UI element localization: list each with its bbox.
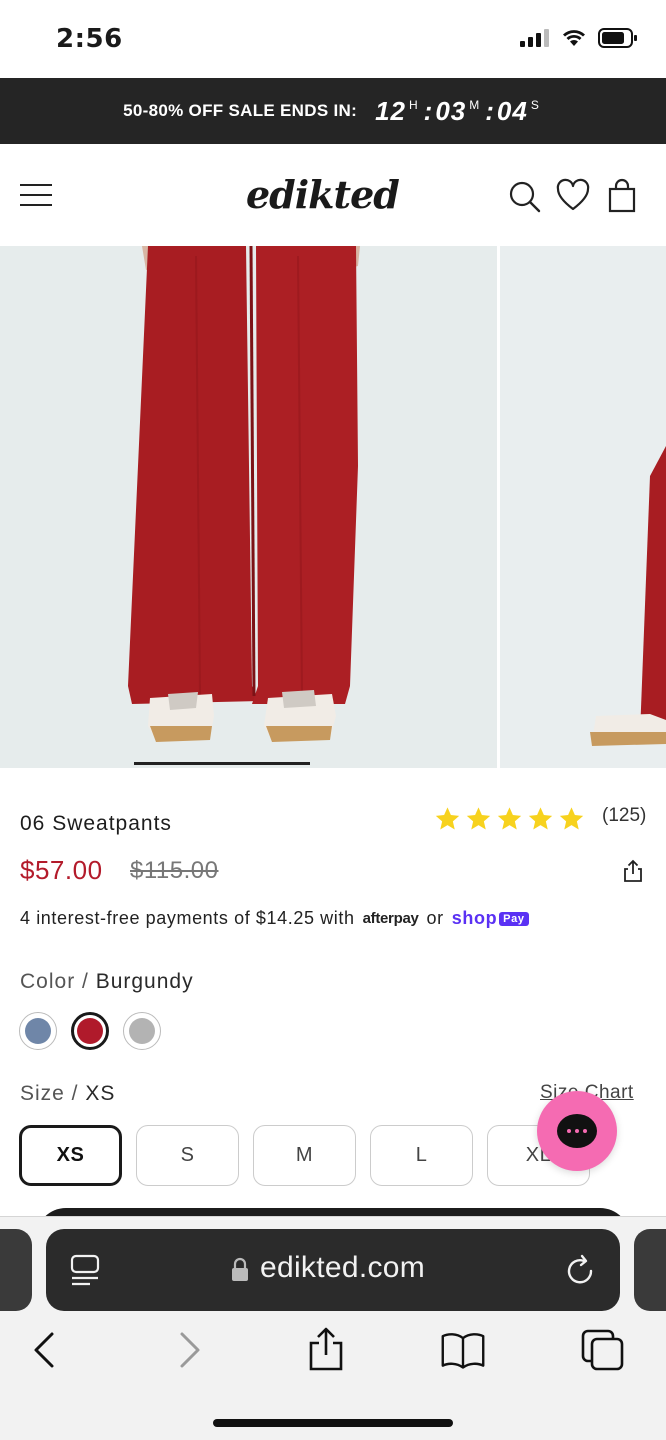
lock-icon [232, 1257, 248, 1281]
previous-tab-peek[interactable] [0, 1229, 32, 1311]
timer-colon: : [423, 95, 434, 126]
size-options: XS S M L XL [19, 1125, 590, 1186]
product-image-gallery[interactable] [0, 246, 666, 768]
color-label-prefix: Color / [20, 970, 89, 993]
size-label-prefix: Size / [20, 1082, 79, 1105]
size-value: XS [85, 1082, 116, 1105]
product-title: 06 Sweatpants [20, 812, 172, 835]
promo-banner: 50-80% OFF SALE ENDS IN: 12 H : 03 M : 0… [0, 78, 666, 144]
back-icon[interactable] [22, 1327, 68, 1373]
site-header: edikted [0, 144, 666, 246]
timer-seconds: 04 [496, 95, 528, 126]
shoppay-logo[interactable]: shop Pay [452, 908, 529, 929]
size-option-l[interactable]: L [370, 1125, 473, 1186]
installment-payments: 4 interest-free payments of $14.25 with … [20, 908, 529, 929]
shoppay-label: shop [451, 908, 498, 928]
heart-icon[interactable] [555, 178, 591, 214]
status-bar: 2:56 [0, 0, 666, 78]
size-option-s[interactable]: S [136, 1125, 239, 1186]
star-rating[interactable] [433, 805, 586, 833]
reload-icon[interactable] [564, 1253, 598, 1289]
status-time: 2:56 [56, 24, 123, 54]
gallery-scroll-indicator [134, 762, 310, 765]
browser-toolbar: edikted.com [0, 1216, 666, 1440]
timer-seconds-unit: S [530, 98, 540, 112]
next-product-image[interactable] [500, 246, 666, 768]
share-icon[interactable] [620, 858, 646, 884]
original-price: $115.00 [130, 857, 219, 884]
next-tab-peek[interactable] [634, 1229, 666, 1311]
bookmarks-icon[interactable] [440, 1327, 486, 1373]
color-label: Color / Burgundy [20, 970, 194, 994]
timer-minutes: 03 [435, 95, 467, 126]
chat-bubble-icon [557, 1114, 597, 1148]
color-swatch-blue[interactable] [19, 1012, 57, 1050]
battery-icon [598, 28, 637, 48]
star-icon [528, 807, 553, 830]
star-icon [497, 807, 522, 830]
search-icon[interactable] [506, 178, 542, 214]
promo-text: 50-80% OFF SALE ENDS IN: [123, 101, 358, 120]
shopping-bag-icon[interactable] [604, 178, 640, 214]
share-sheet-icon[interactable] [303, 1327, 349, 1373]
size-label: Size / XS [20, 1082, 115, 1106]
tabs-icon[interactable] [580, 1327, 626, 1373]
star-icon [559, 807, 584, 830]
wifi-icon [563, 30, 585, 46]
status-icons [520, 28, 638, 48]
timer-minutes-unit: M [469, 98, 481, 112]
star-icon [435, 807, 460, 830]
signal-icon [520, 29, 549, 47]
product-image [500, 246, 666, 768]
color-swatch-burgundy[interactable] [71, 1012, 109, 1050]
review-count[interactable]: (125) [602, 805, 646, 827]
timer-hours-unit: H [408, 98, 419, 112]
star-icon [466, 807, 491, 830]
color-swatches [19, 1012, 161, 1050]
chat-button[interactable] [537, 1091, 617, 1171]
url-text: edikted.com [260, 1251, 426, 1284]
afterpay-logo[interactable]: afterpay [363, 910, 419, 927]
page-menu-icon[interactable] [68, 1253, 102, 1289]
sale-price: $57.00 [20, 855, 103, 885]
shoppay-badge: Pay [499, 911, 529, 926]
product-image [0, 246, 497, 768]
payments-or: or [426, 908, 444, 928]
forward-icon[interactable] [166, 1327, 212, 1373]
payments-text: 4 interest-free payments of $14.25 with [20, 908, 355, 928]
brand-logo[interactable]: edikted [246, 172, 400, 217]
size-option-xs[interactable]: XS [19, 1125, 122, 1186]
timer-hours: 12 [375, 95, 406, 126]
size-option-m[interactable]: M [253, 1125, 356, 1186]
hamburger-menu-icon[interactable] [20, 184, 52, 206]
color-swatch-grey[interactable] [123, 1012, 161, 1050]
countdown-timer: 12 H : 03 M : 04 S [375, 96, 543, 127]
home-indicator [213, 1419, 453, 1427]
timer-colon: : [485, 95, 495, 126]
address-bar[interactable]: edikted.com [46, 1229, 620, 1311]
color-value: Burgundy [95, 970, 194, 993]
